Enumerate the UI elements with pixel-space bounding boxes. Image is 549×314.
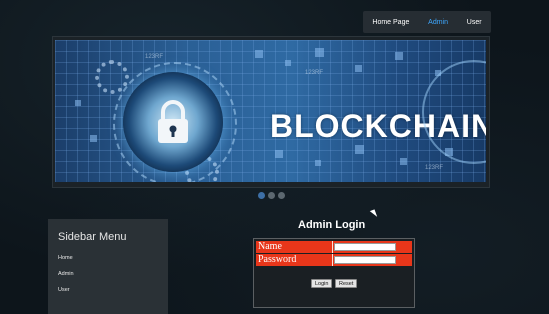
- row-divider: [332, 254, 333, 266]
- carousel-dots: [258, 192, 285, 199]
- sidebar-item-user[interactable]: User: [58, 287, 70, 293]
- login-form: Name Password Login Reset: [253, 238, 415, 308]
- blockchain-banner: BLOCKCHAIN 123RF 123RF 123RF: [55, 40, 486, 182]
- carousel-dot-2[interactable]: [268, 192, 275, 199]
- reset-button[interactable]: Reset: [335, 279, 358, 288]
- name-label: Name: [258, 241, 282, 252]
- nav-home-link[interactable]: Home Page: [372, 19, 409, 26]
- sidebar-title: Sidebar Menu: [58, 231, 127, 243]
- sidebar-item-admin[interactable]: Admin: [58, 271, 74, 277]
- password-row: Password: [256, 254, 412, 266]
- password-input[interactable]: [334, 256, 396, 264]
- login-button[interactable]: Login: [311, 279, 333, 288]
- watermark: 123RF: [145, 54, 164, 60]
- carousel-dot-1[interactable]: [258, 192, 265, 199]
- padlock-icon: [158, 100, 188, 143]
- top-nav: Home Page Admin User: [363, 11, 491, 33]
- sidebar: Sidebar Menu Home Admin User: [48, 219, 168, 314]
- row-divider: [332, 241, 333, 253]
- carousel-dot-3[interactable]: [278, 192, 285, 199]
- login-title: Admin Login: [298, 219, 366, 231]
- password-label: Password: [258, 254, 297, 265]
- nav-admin-link[interactable]: Admin: [428, 19, 448, 26]
- sidebar-item-home[interactable]: Home: [58, 255, 73, 261]
- name-input[interactable]: [334, 243, 396, 251]
- watermark: 123RF: [425, 165, 444, 171]
- name-row: Name: [256, 241, 412, 253]
- watermark: 123RF: [305, 70, 324, 76]
- nav-user-link[interactable]: User: [467, 19, 482, 26]
